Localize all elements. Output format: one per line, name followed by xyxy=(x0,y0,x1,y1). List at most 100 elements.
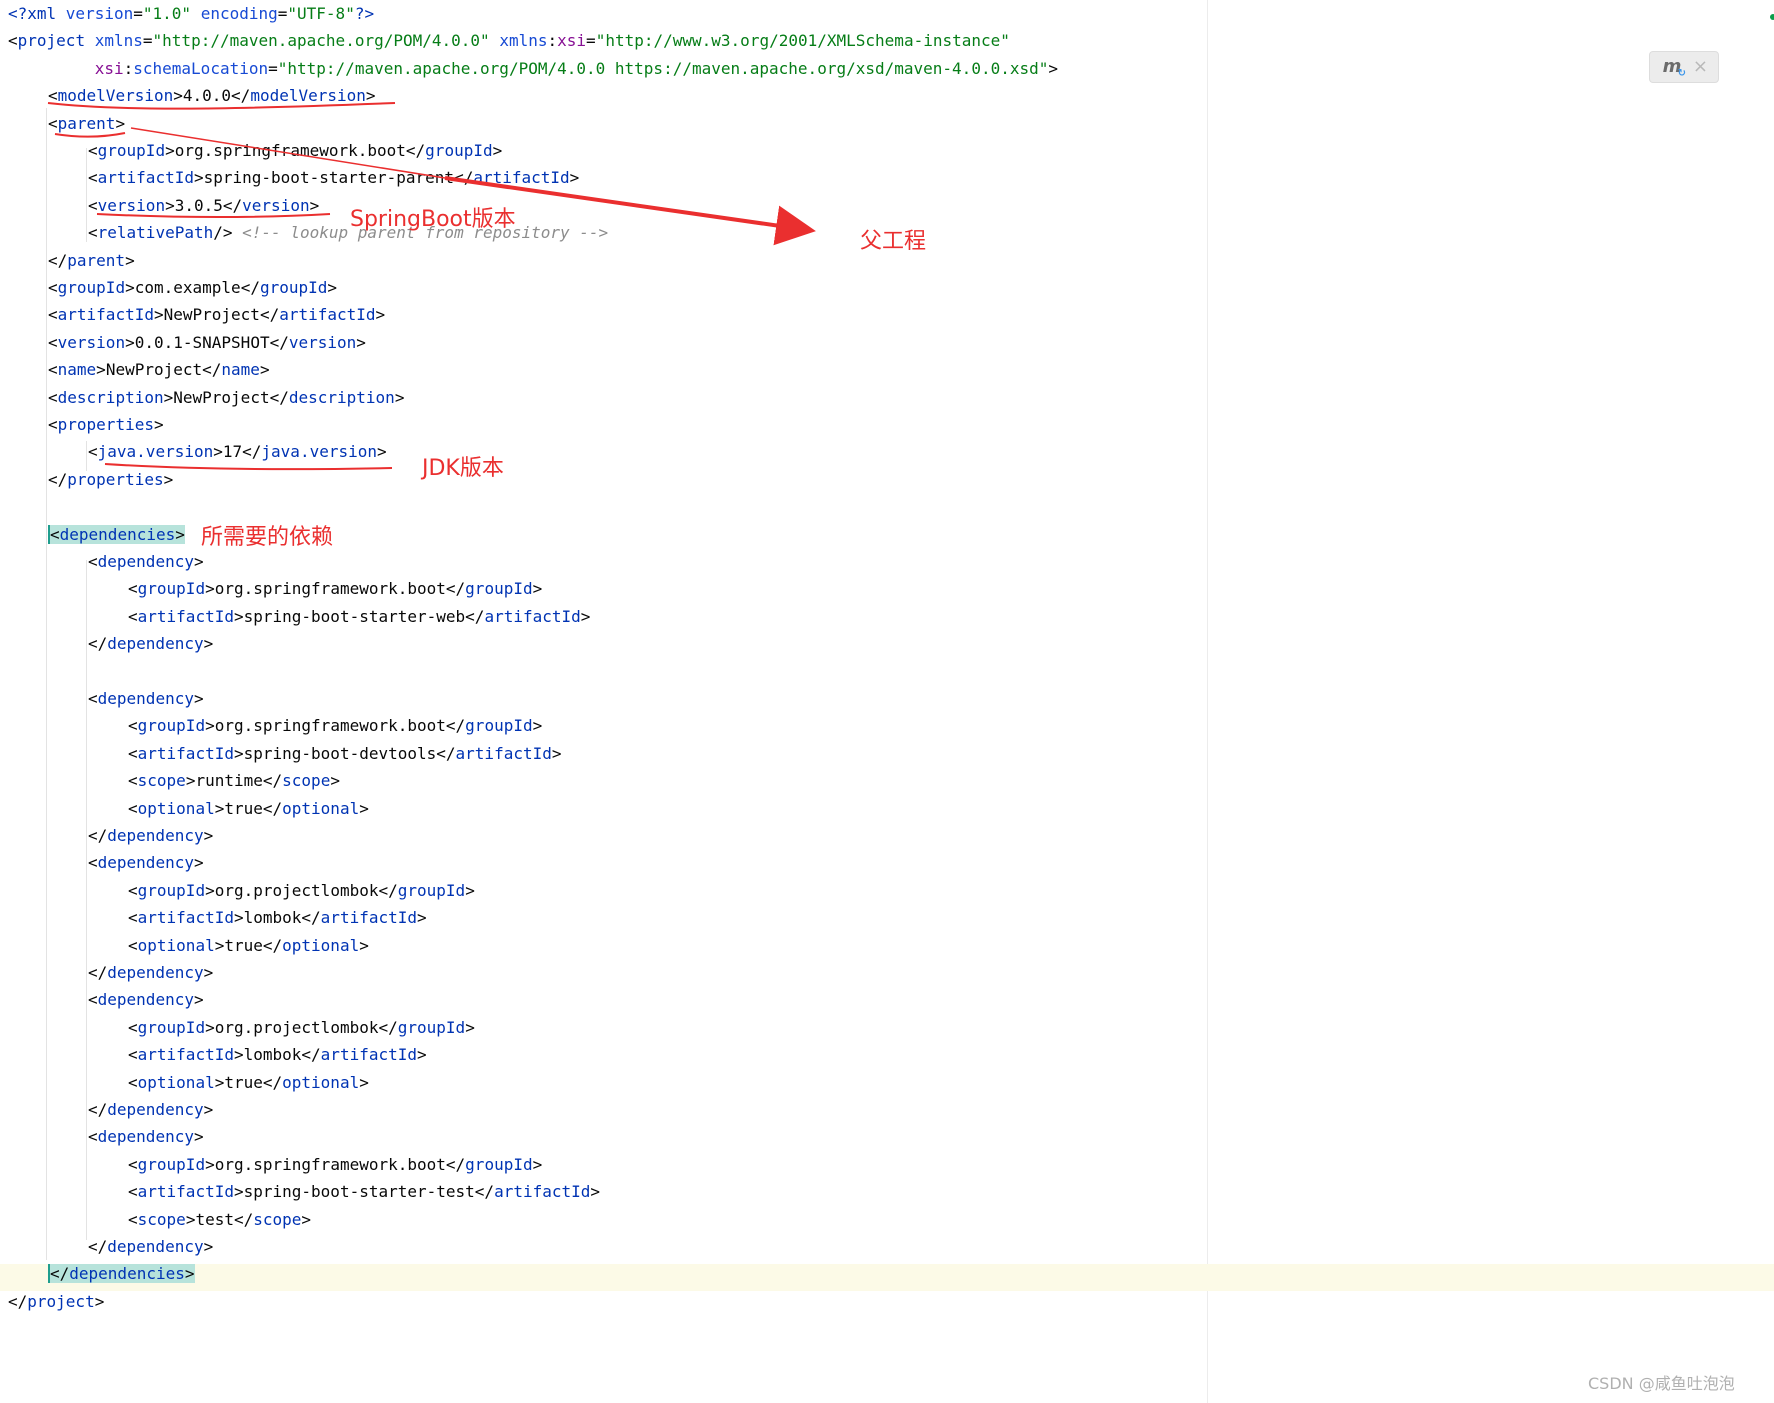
code-line[interactable]: <parent> xyxy=(48,110,125,137)
code-token: < xyxy=(128,743,138,763)
code-line[interactable]: <java.version>17</java.version> xyxy=(88,438,387,465)
code-line[interactable]: </project> xyxy=(8,1288,104,1315)
code-token: spring-boot-starter-web xyxy=(243,606,466,626)
code-token: > xyxy=(125,250,135,270)
code-token: "http://maven.apache.org/POM/4.0.0" xyxy=(152,31,490,51)
code-line[interactable]: </dependency> xyxy=(88,1233,213,1260)
code-line[interactable]: </dependency> xyxy=(88,1096,213,1123)
code-token: > xyxy=(185,771,196,791)
code-token: java.version xyxy=(261,442,377,462)
code-line[interactable]: <dependency> xyxy=(88,548,204,575)
code-line[interactable]: <properties> xyxy=(48,411,164,438)
code-line-content: </properties> xyxy=(48,470,173,489)
code-line[interactable]: <scope>runtime</scope> xyxy=(128,767,340,794)
code-token: > xyxy=(205,880,215,900)
code-token: < xyxy=(128,1182,138,1202)
code-token: artifactId xyxy=(494,1182,591,1202)
close-icon[interactable]: × xyxy=(1693,58,1708,76)
code-token: dependency xyxy=(107,634,204,654)
code-token: > xyxy=(193,853,204,873)
code-token: > xyxy=(309,195,320,215)
code-line[interactable]: </dependency> xyxy=(88,630,213,657)
code-line-content: <groupId>org.projectlombok</groupId> xyxy=(128,1018,475,1037)
code-line[interactable]: <artifactId>spring-boot-starter-test</ar… xyxy=(128,1178,600,1205)
code-token: </ xyxy=(269,332,289,352)
code-line[interactable]: <artifactId>lombok</artifactId> xyxy=(128,1041,427,1068)
code-line[interactable]: <groupId>org.springframework.boot</group… xyxy=(128,712,542,739)
code-token: dependency xyxy=(107,1237,204,1256)
code-token: </ xyxy=(405,141,426,160)
code-token: < xyxy=(48,305,58,325)
code-line[interactable]: </dependencies> xyxy=(48,1260,195,1287)
code-token: 0.0.1-SNAPSHOT xyxy=(134,332,270,352)
code-token: project xyxy=(17,31,86,51)
code-line[interactable]: <dependency> xyxy=(88,685,204,712)
code-line[interactable]: <dependencies> xyxy=(48,521,185,548)
code-line-content: <groupId>org.springframework.boot</group… xyxy=(128,1155,542,1174)
code-line[interactable]: <artifactId>spring-boot-starter-web</art… xyxy=(128,603,590,630)
code-line[interactable]: <artifactId>lombok</artifactId> xyxy=(128,904,427,931)
code-line[interactable]: <modelVersion>4.0.0</modelVersion> xyxy=(48,82,376,109)
code-token: > xyxy=(203,826,214,845)
code-token: groupId xyxy=(465,716,533,736)
code-line[interactable]: <groupId>org.projectlombok</groupId> xyxy=(128,1014,475,1041)
code-line[interactable]: <relativePath/> <!-- lookup parent from … xyxy=(88,219,608,246)
code-line[interactable]: <name>NewProject</name> xyxy=(48,356,270,383)
code-token: parent xyxy=(67,250,126,270)
code-line[interactable]: <dependency> xyxy=(88,1123,204,1150)
code-token: < xyxy=(128,579,138,599)
code-token: > xyxy=(532,716,543,736)
code-line[interactable]: <version>3.0.5</version> xyxy=(88,192,319,219)
code-line-content: <groupId>org.springframework.boot</group… xyxy=(128,716,542,735)
code-line[interactable]: <?xml version="1.0" encoding="UTF-8"?> xyxy=(8,0,374,27)
code-line[interactable]: <groupId>org.springframework.boot</group… xyxy=(88,137,502,164)
code-line[interactable]: <description>NewProject</description> xyxy=(48,384,404,411)
code-token: </ xyxy=(454,168,474,188)
code-token: groupId xyxy=(397,880,466,900)
code-line[interactable]: </properties> xyxy=(48,466,173,493)
code-line-content: <dependency> xyxy=(88,990,204,1009)
code-line[interactable]: <artifactId>spring-boot-devtools</artifa… xyxy=(128,740,562,767)
code-token: = xyxy=(277,4,288,23)
code-line[interactable]: <artifactId>spring-boot-starter-parent</… xyxy=(88,164,579,191)
code-line[interactable]: </dependency> xyxy=(88,959,213,986)
code-line[interactable]: <optional>true</optional> xyxy=(128,1069,369,1096)
code-line-content: <parent> xyxy=(48,114,125,133)
code-token: > xyxy=(115,113,126,133)
maven-reload-popup[interactable]: m ↻ × xyxy=(1649,51,1719,83)
code-line[interactable]: <optional>true</optional> xyxy=(128,932,369,959)
code-line[interactable]: <dependency> xyxy=(88,849,204,876)
code-editor[interactable]: <?xml version="1.0" encoding="UTF-8"?> <p… xyxy=(0,0,1774,1403)
code-line[interactable]: xsi:schemaLocation="http://maven.apache.… xyxy=(8,55,1058,82)
maven-reload-icon[interactable]: m ↻ xyxy=(1660,55,1686,79)
code-line[interactable]: <groupId>com.example</groupId> xyxy=(48,274,337,301)
code-token: = xyxy=(133,4,143,23)
code-line-content: <artifactId>spring-boot-starter-test</ar… xyxy=(128,1182,600,1201)
code-line[interactable]: <optional>true</optional> xyxy=(128,795,369,822)
code-token: < xyxy=(128,771,138,791)
code-line[interactable]: </parent> xyxy=(48,247,135,274)
code-line[interactable]: <groupId>org.springframework.boot</group… xyxy=(128,1151,542,1178)
code-token: < xyxy=(88,990,98,1010)
code-line[interactable]: <scope>test</scope> xyxy=(128,1206,311,1233)
code-token: xmlns xyxy=(94,31,143,51)
code-token: > xyxy=(375,305,386,325)
code-token: < xyxy=(88,168,98,188)
code-line[interactable]: </dependency> xyxy=(88,822,213,849)
code-line[interactable]: <version>0.0.1-SNAPSHOT</version> xyxy=(48,329,366,356)
code-token: 17 xyxy=(222,442,243,462)
code-line[interactable]: <artifactId>NewProject</artifactId> xyxy=(48,301,385,328)
code-line-content: <modelVersion>4.0.0</modelVersion> xyxy=(48,86,376,105)
code-line[interactable]: <groupId>org.projectlombok</groupId> xyxy=(128,877,475,904)
code-token: groupId xyxy=(57,278,126,297)
code-token: artifactId xyxy=(473,168,570,188)
code-line[interactable]: <project xmlns="http://maven.apache.org/… xyxy=(8,27,1010,54)
code-token: dependencies xyxy=(69,1264,185,1284)
code-token: optional xyxy=(137,798,215,818)
code-token: > xyxy=(165,141,175,160)
status-indicator-icon xyxy=(1770,14,1774,20)
code-line[interactable]: <groupId>org.springframework.boot</group… xyxy=(128,575,542,602)
code-token: </ xyxy=(50,1264,70,1284)
code-line[interactable]: <dependency> xyxy=(88,986,204,1013)
